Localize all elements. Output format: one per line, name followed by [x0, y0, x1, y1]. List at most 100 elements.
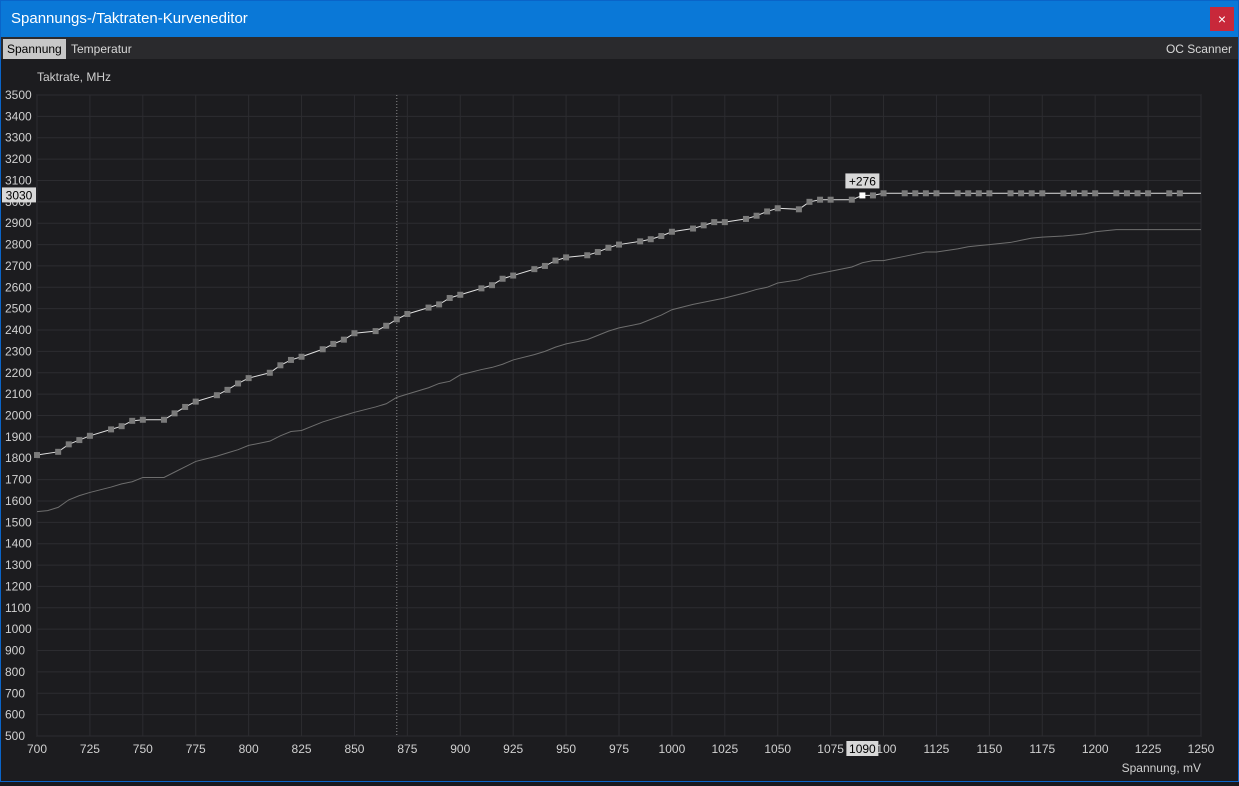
- curve-point[interactable]: [901, 190, 908, 197]
- curve-point[interactable]: [1071, 190, 1078, 197]
- curve-point[interactable]: [510, 272, 517, 279]
- curve-point[interactable]: [330, 340, 337, 347]
- curve-point[interactable]: [235, 380, 242, 387]
- curve-point[interactable]: [965, 190, 972, 197]
- curve-point[interactable]: [171, 410, 178, 417]
- curve-point[interactable]: [478, 285, 485, 292]
- curve-point[interactable]: [1113, 190, 1120, 197]
- curve-point[interactable]: [605, 244, 612, 251]
- curve-point[interactable]: [690, 225, 697, 232]
- curve-point[interactable]: [499, 275, 506, 282]
- tab-temperatur[interactable]: Temperatur: [67, 39, 136, 59]
- curve-point[interactable]: [1176, 190, 1183, 197]
- curve-point[interactable]: [266, 369, 273, 376]
- curve-point[interactable]: [192, 398, 199, 405]
- curve-point[interactable]: [922, 190, 929, 197]
- curve-point[interactable]: [563, 254, 570, 261]
- curve-point[interactable]: [245, 375, 252, 382]
- curve-point[interactable]: [55, 448, 62, 455]
- curve-point[interactable]: [859, 192, 866, 199]
- tab-spannung[interactable]: Spannung: [3, 39, 66, 59]
- curve-point[interactable]: [34, 452, 40, 459]
- curve-point[interactable]: [616, 241, 622, 248]
- curve-point[interactable]: [287, 356, 294, 363]
- curve-point[interactable]: [436, 301, 443, 308]
- y-tick-label: 1000: [5, 622, 32, 636]
- curve-point[interactable]: [1145, 190, 1152, 197]
- curve-point[interactable]: [224, 386, 231, 393]
- curve-point[interactable]: [1123, 190, 1130, 197]
- curve-point[interactable]: [383, 322, 390, 329]
- oc-scanner-button[interactable]: OC Scanner: [1166, 39, 1232, 59]
- curve-point[interactable]: [86, 432, 93, 439]
- curve-point[interactable]: [552, 257, 559, 264]
- curve-point[interactable]: [1060, 190, 1067, 197]
- curve-point[interactable]: [139, 416, 146, 423]
- curve-point[interactable]: [489, 282, 496, 289]
- curve-point[interactable]: [774, 205, 781, 212]
- curve-point[interactable]: [848, 196, 855, 203]
- curve-point[interactable]: [425, 304, 432, 311]
- curve-point[interactable]: [1018, 190, 1025, 197]
- curve-point[interactable]: [404, 311, 411, 318]
- title-bar[interactable]: Spannungs-/Taktraten-Kurveneditor ×: [1, 1, 1238, 37]
- curve-point[interactable]: [647, 236, 654, 243]
- curve-point[interactable]: [912, 190, 919, 197]
- curve-point[interactable]: [531, 266, 538, 273]
- curve-point[interactable]: [393, 316, 400, 323]
- close-button[interactable]: ×: [1210, 7, 1234, 31]
- x-tick-label: 1250: [1188, 742, 1215, 756]
- curve-point[interactable]: [1092, 190, 1099, 197]
- curve-point[interactable]: [806, 198, 813, 205]
- curve-point[interactable]: [1007, 190, 1014, 197]
- curve-point[interactable]: [340, 336, 347, 343]
- curve-point[interactable]: [880, 190, 887, 197]
- curve-point[interactable]: [700, 222, 707, 229]
- curve-point[interactable]: [1039, 190, 1046, 197]
- curve-point[interactable]: [584, 252, 591, 259]
- curve-point[interactable]: [933, 190, 940, 197]
- curve-point[interactable]: [869, 192, 876, 199]
- curve-point[interactable]: [541, 262, 548, 269]
- curve-point[interactable]: [764, 208, 771, 215]
- curve-point[interactable]: [711, 219, 718, 226]
- curve-point[interactable]: [975, 190, 982, 197]
- curve-point[interactable]: [108, 426, 115, 433]
- curve-point[interactable]: [298, 353, 305, 360]
- curve-point[interactable]: [827, 196, 834, 203]
- y-tick-label: 3500: [5, 88, 32, 102]
- curve-point[interactable]: [1081, 190, 1088, 197]
- curve-point[interactable]: [753, 212, 760, 219]
- curve-point[interactable]: [954, 190, 961, 197]
- curve-point[interactable]: [817, 196, 824, 203]
- curve-point[interactable]: [129, 417, 136, 424]
- curve-point[interactable]: [372, 328, 379, 335]
- curve-point[interactable]: [594, 249, 601, 256]
- curve-point[interactable]: [742, 215, 749, 222]
- chart-area[interactable]: 700 725 750 775 800 825 850 875 900 925 950 975 1000…: [1, 59, 1238, 781]
- curve-point[interactable]: [986, 190, 993, 197]
- y-tick-label: 2800: [5, 238, 32, 252]
- curve-point[interactable]: [213, 392, 220, 399]
- curve-point[interactable]: [76, 437, 83, 444]
- curve-point[interactable]: [721, 219, 728, 226]
- voltage-frequency-chart[interactable]: 700 725 750 775 800 825 850 875 900 925 950 975 1000…: [1, 59, 1238, 781]
- curve-point[interactable]: [1134, 190, 1141, 197]
- curve-point[interactable]: [446, 294, 453, 301]
- curve-point[interactable]: [182, 403, 189, 410]
- curve-point[interactable]: [118, 423, 125, 430]
- x-tick-label: 750: [133, 742, 153, 756]
- curve-point[interactable]: [65, 441, 72, 448]
- curve-point[interactable]: [457, 291, 464, 298]
- x-tick-label: 725: [80, 742, 100, 756]
- curve-point[interactable]: [351, 330, 358, 337]
- curve-point[interactable]: [795, 206, 802, 213]
- curve-point[interactable]: [319, 346, 326, 353]
- curve-point[interactable]: [658, 233, 665, 240]
- curve-point[interactable]: [1028, 190, 1035, 197]
- curve-point[interactable]: [637, 238, 644, 245]
- curve-point[interactable]: [1166, 190, 1173, 197]
- curve-point[interactable]: [277, 362, 284, 369]
- curve-point[interactable]: [668, 228, 675, 235]
- curve-point[interactable]: [160, 416, 167, 423]
